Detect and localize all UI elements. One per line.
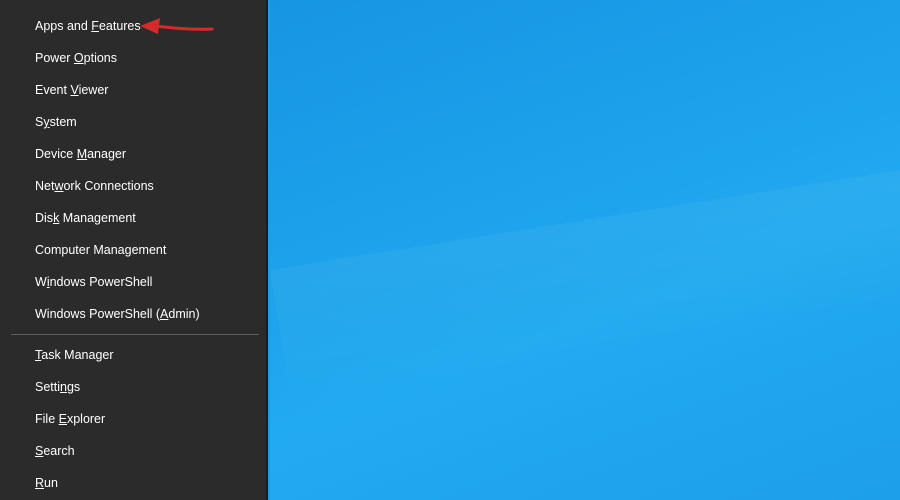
menu-item-label: ndows PowerShell <box>49 275 153 289</box>
menu-item-file-explorer[interactable]: File Explorer <box>35 409 105 429</box>
menu-item-system[interactable]: System <box>35 112 77 132</box>
menu-item-accelerator: n <box>60 380 67 394</box>
power-user-menu: Apps and Features Power Options Event Vi… <box>0 0 268 500</box>
screen: Apps and Features Power Options Event Vi… <box>0 0 900 500</box>
menu-item-label: Event <box>35 83 71 97</box>
menu-item-computer-management[interactable]: Computer Management <box>35 240 166 260</box>
menu-item-windows-powershell[interactable]: Windows PowerShell <box>35 272 152 292</box>
menu-item-label: stem <box>49 115 77 129</box>
menu-item-label: W <box>35 275 47 289</box>
menu-item-label: dmin) <box>168 307 200 321</box>
menu-item-label: ptions <box>83 51 117 65</box>
menu-item-disk-management[interactable]: Disk Management <box>35 208 136 228</box>
menu-item-accelerator: E <box>58 412 67 426</box>
menu-item-label: Device <box>35 147 77 161</box>
menu-item-label: un <box>44 476 58 490</box>
menu-item-run[interactable]: Run <box>35 473 58 493</box>
menu-item-label: Dis <box>35 211 54 225</box>
menu-item-label: eatures <box>98 19 141 33</box>
menu-item-accelerator: O <box>73 51 84 65</box>
menu-item-label: earch <box>43 444 75 458</box>
menu-item-label: Apps and <box>35 19 92 33</box>
menu-item-label: Setti <box>35 380 61 394</box>
menu-item-label: Windows PowerShell ( <box>35 307 161 321</box>
menu-item-accelerator: R <box>35 476 45 490</box>
menu-item-apps-and-features[interactable]: Apps and Features <box>35 16 141 36</box>
menu-item-event-viewer[interactable]: Event Viewer <box>35 80 108 100</box>
menu-item-label: Computer Mana <box>35 243 125 257</box>
menu-separator <box>11 334 259 335</box>
menu-item-label: Management <box>59 211 136 225</box>
menu-item-label: ement <box>131 243 167 257</box>
menu-item-search[interactable]: Search <box>35 441 75 461</box>
menu-item-label: gs <box>66 380 81 394</box>
menu-item-label: Power <box>35 51 74 65</box>
menu-item-label: File <box>35 412 59 426</box>
menu-item-settings[interactable]: Settings <box>35 377 80 397</box>
menu-item-windows-powershell-admin[interactable]: Windows PowerShell (Admin) <box>35 304 200 324</box>
menu-item-network-connections[interactable]: Network Connections <box>35 176 154 196</box>
menu-item-accelerator: V <box>70 83 79 97</box>
wallpaper-light-ray <box>270 160 900 409</box>
menu-item-label: Net <box>35 179 55 193</box>
menu-item-label: ask Manager <box>41 348 114 362</box>
menu-item-label: iewer <box>78 83 109 97</box>
menu-item-accelerator: F <box>91 19 99 33</box>
menu-item-device-manager[interactable]: Device Manager <box>35 144 126 164</box>
desktop-wallpaper[interactable] <box>270 0 900 500</box>
red-arrow-icon <box>140 18 214 34</box>
menu-item-accelerator: g <box>124 243 132 257</box>
menu-item-power-options[interactable]: Power Options <box>35 48 117 68</box>
menu-item-label: xplorer <box>66 412 106 426</box>
menu-item-label: anager <box>87 147 127 161</box>
menu-item-label: ork Connections <box>63 179 154 193</box>
menu-item-accelerator: M <box>76 147 88 161</box>
menu-item-task-manager[interactable]: Task Manager <box>35 345 114 365</box>
